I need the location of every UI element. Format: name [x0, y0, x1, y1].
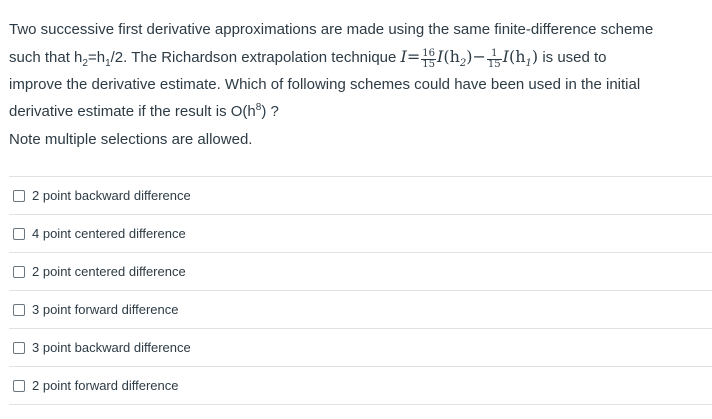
answer-label: 2 point backward difference	[32, 188, 191, 203]
question-text: Two successive first derivative approxim…	[9, 16, 699, 125]
question-line-3: improve the derivative estimate. Which o…	[9, 76, 641, 93]
formula-equals: =	[406, 47, 421, 66]
checkbox[interactable]	[13, 379, 25, 392]
question-text-segment: is used to	[538, 49, 607, 66]
fraction-denominator: 15	[422, 59, 436, 70]
checkbox[interactable]	[13, 303, 25, 316]
checkbox[interactable]	[13, 341, 25, 354]
answer-list: 2 point backward difference 4 point cent…	[9, 176, 712, 405]
question-line-4: derivative estimate if the result is O(h…	[9, 98, 699, 125]
fraction-denominator: 15	[487, 59, 501, 70]
answer-option[interactable]: 3 point forward difference	[9, 290, 712, 328]
answer-label: 3 point forward difference	[32, 302, 179, 317]
answer-label: 4 point centered difference	[32, 226, 186, 241]
answer-option[interactable]: 3 point backward difference	[9, 328, 712, 366]
question-text-segment: =h	[87, 49, 106, 66]
question-text-segment: ) ?	[261, 103, 279, 120]
formula-minus: −	[472, 47, 486, 66]
answer-option[interactable]: 2 point forward difference	[9, 366, 712, 405]
answer-label: 3 point backward difference	[32, 340, 191, 355]
formula-term: (h	[508, 47, 526, 66]
answer-option[interactable]: 2 point backward difference	[9, 176, 712, 214]
answer-label: 2 point centered difference	[32, 264, 186, 279]
question-text-segment: derivative estimate if the result is O(h	[9, 103, 256, 120]
formula-term: (h	[443, 47, 460, 66]
checkbox[interactable]	[13, 189, 25, 202]
fraction-1-15: 1 15	[486, 49, 502, 70]
question-text-segment: /2. The Richardson extrapolation techniq…	[110, 49, 401, 66]
question-line-1: Two successive first derivative approxim…	[9, 21, 654, 38]
fraction-16-15: 16 15	[421, 49, 437, 70]
answer-option[interactable]: 2 point centered difference	[9, 252, 712, 290]
selection-note: Note multiple selections are allowed.	[9, 131, 253, 148]
question-text-segment: such that h	[9, 49, 83, 66]
checkbox[interactable]	[13, 265, 25, 278]
answer-option[interactable]: 4 point centered difference	[9, 214, 712, 252]
answer-label: 2 point forward difference	[32, 378, 179, 393]
richardson-formula: I= 16 15 I(h2)− 1 15 I(h1)	[401, 47, 539, 70]
checkbox[interactable]	[13, 227, 25, 240]
question-line-2: such that h2=h1/2. The Richardson extrap…	[9, 43, 699, 71]
